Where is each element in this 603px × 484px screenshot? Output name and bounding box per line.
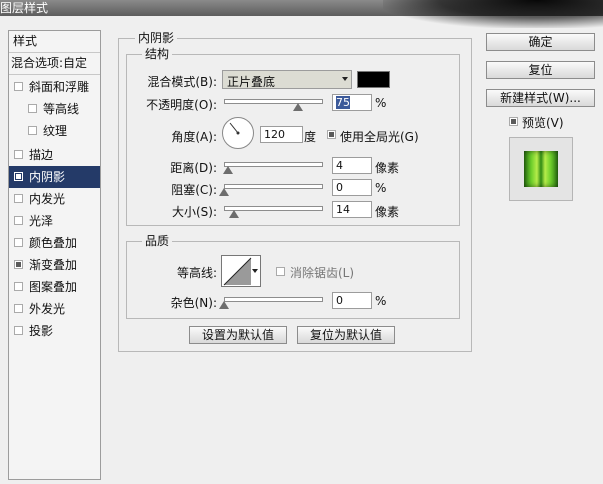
chevron-down-icon [252, 269, 258, 273]
style-item-label: 内发光 [29, 192, 66, 206]
angle-label: 角度(A): [171, 130, 217, 144]
style-item-outer-glow[interactable]: 外发光 [9, 298, 100, 320]
style-item-contour[interactable]: 等高线 [9, 98, 100, 120]
opacity-unit: % [375, 96, 387, 110]
title-shadow [383, 0, 603, 28]
style-item-inner-glow[interactable]: 内发光 [9, 188, 100, 210]
global-light-checkbox[interactable] [327, 130, 336, 139]
checkbox-inner-glow[interactable] [14, 194, 23, 203]
size-label: 大小(S): [171, 205, 217, 219]
checkbox-pattern-overlay[interactable] [14, 282, 23, 291]
contour-label: 等高线: [176, 266, 217, 280]
style-item-label: 纹理 [43, 124, 68, 138]
distance-input[interactable]: 4 [332, 157, 372, 174]
noise-label: 杂色(N): [170, 296, 217, 310]
choke-label: 阻塞(C): [171, 183, 217, 197]
blend-mode-value: 正片叠底 [227, 75, 276, 89]
choke-slider-thumb[interactable] [219, 188, 229, 196]
distance-slider[interactable] [224, 162, 323, 167]
noise-input[interactable]: 0 [332, 292, 372, 309]
title-bar: 图层样式 [0, 0, 603, 28]
noise-slider-thumb[interactable] [219, 301, 229, 309]
new-style-button[interactable]: 新建样式(W)... [486, 89, 595, 107]
angle-dial-needle [229, 122, 240, 135]
checkbox-bevel[interactable] [14, 82, 23, 91]
style-item-label: 投影 [29, 324, 54, 338]
size-slider-thumb[interactable] [229, 210, 239, 218]
noise-unit: % [375, 294, 387, 308]
style-item-texture[interactable]: 纹理 [9, 120, 100, 142]
blend-mode-select[interactable]: 正片叠底 [222, 70, 352, 89]
choke-slider[interactable] [224, 184, 323, 189]
checkbox-texture[interactable] [28, 126, 37, 135]
preview-thumbnail [509, 137, 573, 201]
angle-unit: 度 [304, 130, 317, 144]
opacity-slider-thumb[interactable] [293, 103, 303, 111]
choke-unit: % [375, 181, 387, 195]
distance-slider-thumb[interactable] [223, 166, 233, 174]
opacity-value: 75 [336, 96, 350, 109]
style-item-label: 等高线 [43, 102, 80, 116]
ok-button[interactable]: 确定 [486, 33, 595, 51]
style-item-label: 光泽 [29, 214, 54, 228]
contour-picker[interactable] [221, 255, 261, 287]
style-item-label: 外发光 [29, 302, 66, 316]
style-list-header[interactable]: 样式 [9, 31, 100, 53]
opacity-input[interactable]: 75 [332, 94, 372, 111]
chevron-down-icon [342, 77, 348, 81]
structure-title: 结构 [142, 45, 173, 62]
reset-default-button[interactable]: 复位为默认值 [297, 326, 395, 344]
global-light-label: 使用全局光(G) [340, 130, 419, 144]
reset-button[interactable]: 复位 [486, 61, 595, 79]
inner-shadow-title: 内阴影 [135, 29, 178, 46]
checkbox-drop-shadow[interactable] [14, 326, 23, 335]
angle-dial[interactable] [222, 117, 254, 149]
blend-options-item[interactable]: 混合选项:自定 [9, 53, 100, 75]
style-item-satin[interactable]: 光泽 [9, 210, 100, 232]
size-input[interactable]: 14 [332, 201, 372, 218]
style-list: 样式 混合选项:自定 斜面和浮雕 等高线 纹理 描边 内阴影 内发光 光泽 颜色… [8, 30, 101, 480]
style-item-color-overlay[interactable]: 颜色叠加 [9, 232, 100, 254]
opacity-slider[interactable] [224, 99, 323, 104]
window-title: 图层样式 [0, 1, 49, 15]
checkbox-outer-glow[interactable] [14, 304, 23, 313]
style-item-gradient-overlay[interactable]: 渐变叠加 [9, 254, 100, 276]
opacity-label: 不透明度(O): [146, 98, 217, 112]
checkbox-color-overlay[interactable] [14, 238, 23, 247]
style-item-label: 颜色叠加 [29, 236, 78, 250]
checkbox-stroke[interactable] [14, 150, 23, 159]
style-item-drop-shadow[interactable]: 投影 [9, 320, 100, 342]
distance-unit: 像素 [375, 161, 400, 175]
size-unit: 像素 [375, 205, 400, 219]
anti-alias-checkbox[interactable] [276, 267, 285, 276]
style-item-inner-shadow[interactable]: 内阴影 [9, 166, 100, 188]
checkbox-gradient-overlay[interactable] [14, 260, 23, 269]
style-item-label: 描边 [29, 148, 54, 162]
checkbox-inner-shadow[interactable] [14, 172, 23, 181]
style-item-label: 内阴影 [29, 170, 66, 184]
style-item-label: 图案叠加 [29, 280, 78, 294]
quality-title: 品质 [142, 232, 173, 249]
style-item-bevel[interactable]: 斜面和浮雕 [9, 76, 100, 98]
preview-swatch [524, 151, 558, 187]
anti-alias-label: 消除锯齿(L) [290, 266, 355, 280]
preview-checkbox[interactable] [509, 117, 518, 126]
checkbox-satin[interactable] [14, 216, 23, 225]
blend-mode-label: 混合模式(B): [147, 75, 217, 89]
style-item-pattern-overlay[interactable]: 图案叠加 [9, 276, 100, 298]
preview-label: 预览(V) [522, 116, 564, 130]
style-item-label: 渐变叠加 [29, 258, 78, 272]
distance-label: 距离(D): [170, 161, 217, 175]
choke-input[interactable]: 0 [332, 179, 372, 196]
contour-preview-icon [223, 257, 252, 286]
shadow-color-swatch[interactable] [357, 71, 390, 88]
noise-slider[interactable] [224, 297, 323, 302]
style-item-label: 斜面和浮雕 [29, 80, 90, 94]
checkbox-contour[interactable] [28, 104, 37, 113]
make-default-button[interactable]: 设置为默认值 [189, 326, 287, 344]
angle-input[interactable]: 120 [260, 126, 303, 143]
style-item-stroke[interactable]: 描边 [9, 144, 100, 166]
